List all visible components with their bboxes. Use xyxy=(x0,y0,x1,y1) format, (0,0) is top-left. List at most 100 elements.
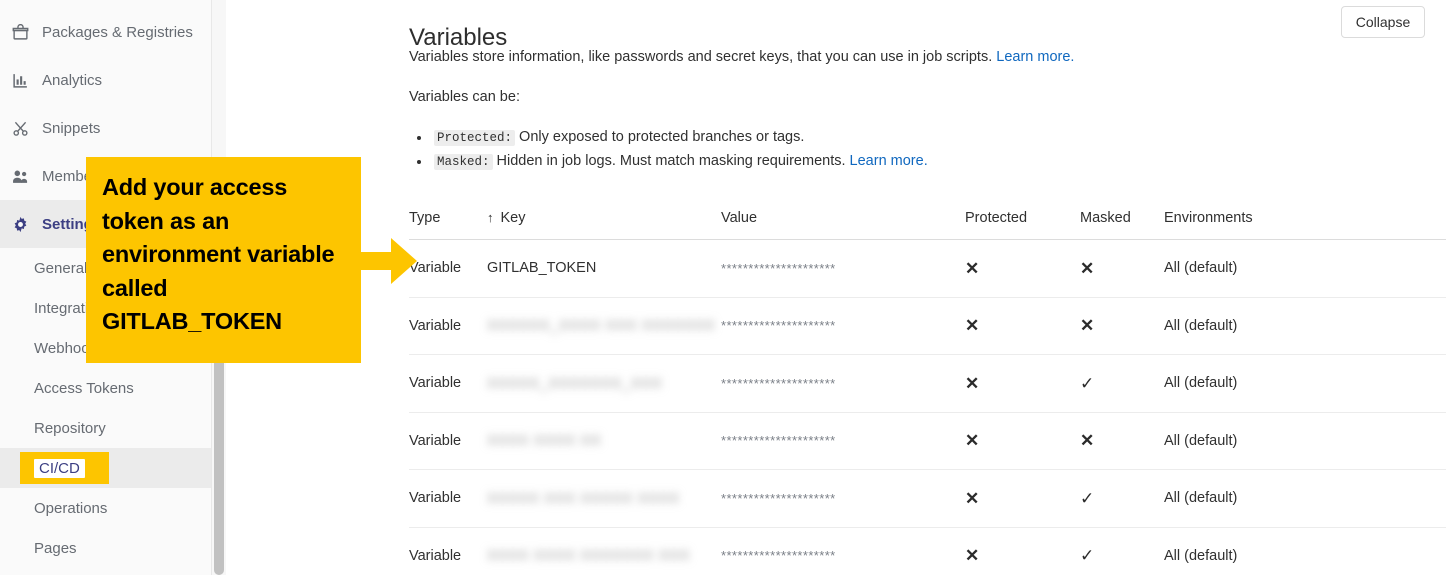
cell-value-text: ********************* xyxy=(721,490,836,506)
sidebar-item-snippets[interactable]: Snippets xyxy=(0,104,211,152)
sidebar-item-pages[interactable]: Pages xyxy=(0,528,211,568)
cell-key: XXXXX_XXXXXXX_XXX xyxy=(487,375,721,392)
sidebar-item-operations[interactable]: Operations xyxy=(0,488,211,528)
cross-icon: ✕ xyxy=(1080,431,1095,451)
cell-key: XXXX XXXX XXXXXXX XXX xyxy=(487,547,721,564)
cell-value-text: ********************* xyxy=(721,318,836,334)
masked-badge: Masked: xyxy=(434,154,493,170)
cell-actions xyxy=(1407,367,1446,399)
cell-value-text: ********************* xyxy=(721,548,836,564)
cell-value-text: ********************* xyxy=(721,433,836,449)
table-row[interactable]: Variable XXXX XXXX XX ******************… xyxy=(409,413,1446,470)
snippets-icon xyxy=(8,116,32,140)
cell-protected: ✕ xyxy=(951,432,1066,449)
check-icon: ✓ xyxy=(1080,546,1095,566)
cell-environments: All (default) xyxy=(1164,317,1238,334)
sidebar-item-cicd[interactable]: CI/CD xyxy=(0,448,211,488)
column-header-protected[interactable]: Protected xyxy=(951,210,1066,226)
cross-icon: ✕ xyxy=(965,373,980,393)
cell-type: Variable xyxy=(409,317,462,334)
cell-actions xyxy=(1407,310,1446,342)
cell-masked: ✕ xyxy=(1066,432,1164,449)
cell-actions xyxy=(1407,252,1446,284)
learn-more-link-1[interactable]: Learn more. xyxy=(996,49,1074,65)
column-header-key[interactable]: ↑ Key xyxy=(487,210,721,226)
cell-type: Variable xyxy=(409,490,462,507)
cell-key-text-redacted: XXXXX_XXXXXXX_XXX xyxy=(487,374,663,392)
sidebar-item-packages-registries[interactable]: Packages & Registries xyxy=(0,8,211,56)
cell-environments: All (default) xyxy=(1164,547,1238,564)
learn-more-link-2[interactable]: Learn more. xyxy=(850,153,928,169)
bullet-protected: Protected: Only exposed to protected bra… xyxy=(409,126,928,150)
cell-protected: ✕ xyxy=(951,547,1066,564)
cell-environments: All (default) xyxy=(1164,432,1238,449)
cell-key-text-redacted: XXXXX XXX XXXXX XXXX xyxy=(487,489,680,507)
cell-key: XXXX XXXX XX xyxy=(487,432,721,449)
cell-type: Variable xyxy=(409,260,462,277)
sort-ascending-icon: ↑ xyxy=(487,210,494,225)
cell-key-text: GITLAB_TOKEN xyxy=(487,260,597,277)
gear-icon xyxy=(8,212,32,236)
cross-icon: ✕ xyxy=(1080,316,1095,336)
cell-type: Variable xyxy=(409,432,462,449)
sidebar-subitem-label: CI/CD xyxy=(34,458,85,478)
cell-environments: All (default) xyxy=(1164,490,1238,507)
sidebar-item-repository[interactable]: Repository xyxy=(0,408,211,448)
cell-protected: ✕ xyxy=(951,260,1066,277)
table-row[interactable]: Variable XXXX XXXX XXXXXXX XXX *********… xyxy=(409,528,1446,575)
column-header-key-label: Key xyxy=(500,209,526,226)
table-row[interactable]: Variable GITLAB_TOKEN ******************… xyxy=(409,240,1446,298)
sidebar-item-analytics[interactable]: Analytics xyxy=(0,56,211,104)
variables-bullet-list: Protected: Only exposed to protected bra… xyxy=(409,126,928,174)
table-header-row: Type ↑ Key Value Protected Masked Enviro… xyxy=(409,196,1446,240)
variables-subtitle: Variables can be: xyxy=(409,89,520,105)
table-row[interactable]: Variable XXXXX_XXXXXXX_XXX *************… xyxy=(409,355,1446,413)
cell-value-text: ********************* xyxy=(721,375,836,391)
members-icon xyxy=(8,164,32,188)
cell-key: XXXXXX_XXXX XXX XXXXXXX xyxy=(487,317,721,334)
variables-description-text: Variables store information, like passwo… xyxy=(409,49,993,65)
cell-actions xyxy=(1407,482,1446,514)
sidebar-subitem-label: Pages xyxy=(34,539,77,557)
protected-badge: Protected: xyxy=(434,130,516,146)
check-icon: ✓ xyxy=(1080,373,1095,393)
cell-value: ********************* xyxy=(721,318,951,333)
variables-description: Variables store information, like passwo… xyxy=(409,49,1074,65)
bullet-masked-text: Hidden in job logs. Must match masking r… xyxy=(496,153,846,169)
cell-key: GITLAB_TOKEN xyxy=(487,260,721,276)
cross-icon: ✕ xyxy=(965,546,980,566)
column-header-masked[interactable]: Masked xyxy=(1066,210,1164,226)
main-content: Variables Variables store information, l… xyxy=(226,0,1446,575)
package-icon xyxy=(8,20,32,44)
cell-value: ********************* xyxy=(721,548,951,563)
column-header-environments[interactable]: Environments xyxy=(1164,210,1407,226)
cell-protected: ✕ xyxy=(951,490,1066,507)
check-icon: ✓ xyxy=(1080,488,1095,508)
cell-actions xyxy=(1407,425,1446,457)
cell-value: ********************* xyxy=(721,376,951,391)
bullet-masked: Masked: Hidden in job logs. Must match m… xyxy=(409,150,928,174)
column-header-type[interactable]: Type xyxy=(409,210,487,226)
column-header-value[interactable]: Value xyxy=(721,210,951,226)
cell-value: ********************* xyxy=(721,261,951,276)
cell-environments: All (default) xyxy=(1164,260,1238,277)
sidebar-item-label: Snippets xyxy=(42,119,101,137)
cell-protected: ✕ xyxy=(951,375,1066,392)
annotation-arrow-icon xyxy=(361,238,417,284)
sidebar-subitem-label: Access Tokens xyxy=(34,379,134,397)
cell-type: Variable xyxy=(409,375,462,392)
variables-table: Type ↑ Key Value Protected Masked Enviro… xyxy=(409,196,1446,575)
collapse-button[interactable]: Collapse xyxy=(1341,6,1425,38)
cell-key-text-redacted: XXXX XXXX XX xyxy=(487,432,602,450)
cell-masked: ✕ xyxy=(1066,317,1164,334)
cell-actions xyxy=(1407,540,1446,572)
cell-masked: ✓ xyxy=(1066,547,1164,564)
cell-value: ********************* xyxy=(721,433,951,448)
cross-icon: ✕ xyxy=(965,316,980,336)
cell-masked: ✕ xyxy=(1066,260,1164,277)
table-row[interactable]: Variable XXXXX XXX XXXXX XXXX **********… xyxy=(409,470,1446,528)
table-row[interactable]: Variable XXXXXX_XXXX XXX XXXXXXX *******… xyxy=(409,298,1446,355)
sidebar-subitem-label: Repository xyxy=(34,419,106,437)
sidebar-item-access-tokens[interactable]: Access Tokens xyxy=(0,368,211,408)
gitlab-cicd-variables-page: Packages & Registries Analytics Snippets… xyxy=(0,0,1446,575)
